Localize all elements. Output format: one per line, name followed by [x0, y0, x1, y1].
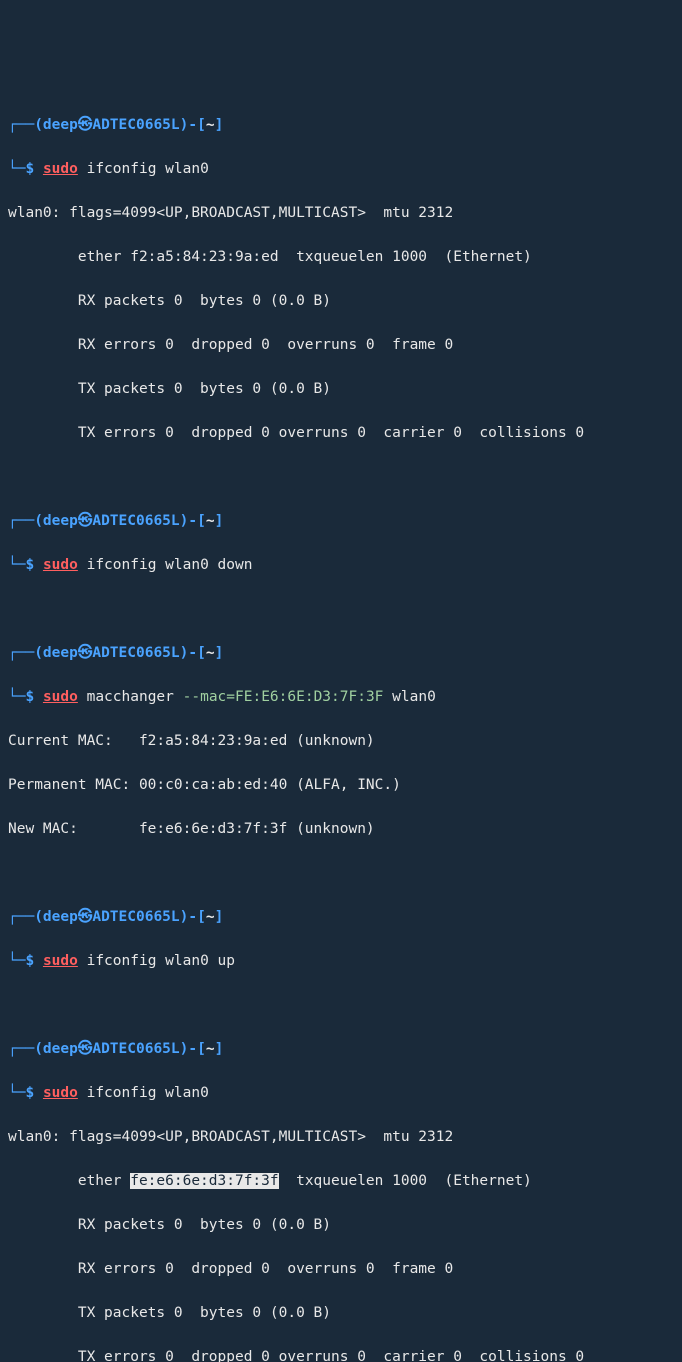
- blank: [8, 466, 682, 488]
- highlighted-mac: fe:e6:6e:d3:7f:3f: [130, 1173, 278, 1189]
- output-line: Permanent MAC: 00:c0:ca:ab:ed:40 (ALFA, …: [8, 774, 682, 796]
- blank: [8, 598, 682, 620]
- prompt-top: ┌──(deep㉿ADTEC0665L)-[~]: [8, 642, 682, 664]
- prompt-top: ┌──(deep㉿ADTEC0665L)-[~]: [8, 1038, 682, 1060]
- blank: [8, 862, 682, 884]
- sudo-keyword: sudo: [43, 557, 78, 573]
- output-line: RX packets 0 bytes 0 (0.0 B): [8, 1214, 682, 1236]
- output-line: RX errors 0 dropped 0 overruns 0 frame 0: [8, 334, 682, 356]
- output-line: ether fe:e6:6e:d3:7f:3f txqueuelen 1000 …: [8, 1170, 682, 1192]
- terminal[interactable]: ┌──(deep㉿ADTEC0665L)-[~] └─$ sudo ifconf…: [8, 92, 682, 1362]
- prompt-cmd: └─$ sudo ifconfig wlan0: [8, 1082, 682, 1104]
- mac-arg: --mac=FE:E6:6E:D3:7F:3F: [183, 689, 384, 705]
- prompt-cmd: └─$ sudo macchanger --mac=FE:E6:6E:D3:7F…: [8, 686, 682, 708]
- prompt-cmd: └─$ sudo ifconfig wlan0 down: [8, 554, 682, 576]
- output-line: wlan0: flags=4099<UP,BROADCAST,MULTICAST…: [8, 202, 682, 224]
- sudo-keyword: sudo: [43, 689, 78, 705]
- output-line: TX errors 0 dropped 0 overruns 0 carrier…: [8, 1346, 682, 1362]
- output-line: TX errors 0 dropped 0 overruns 0 carrier…: [8, 422, 682, 444]
- sudo-keyword: sudo: [43, 1085, 78, 1101]
- sudo-keyword: sudo: [43, 161, 78, 177]
- output-line: New MAC: fe:e6:6e:d3:7f:3f (unknown): [8, 818, 682, 840]
- prompt-cmd: └─$ sudo ifconfig wlan0: [8, 158, 682, 180]
- prompt-top: ┌──(deep㉿ADTEC0665L)-[~]: [8, 906, 682, 928]
- output-line: RX packets 0 bytes 0 (0.0 B): [8, 290, 682, 312]
- sudo-keyword: sudo: [43, 953, 78, 969]
- prompt-top: ┌──(deep㉿ADTEC0665L)-[~]: [8, 510, 682, 532]
- output-line: Current MAC: f2:a5:84:23:9a:ed (unknown): [8, 730, 682, 752]
- output-line: ether f2:a5:84:23:9a:ed txqueuelen 1000 …: [8, 246, 682, 268]
- output-line: wlan0: flags=4099<UP,BROADCAST,MULTICAST…: [8, 1126, 682, 1148]
- blank: [8, 994, 682, 1016]
- prompt-top: ┌──(deep㉿ADTEC0665L)-[~]: [8, 114, 682, 136]
- prompt-cmd: └─$ sudo ifconfig wlan0 up: [8, 950, 682, 972]
- output-line: RX errors 0 dropped 0 overruns 0 frame 0: [8, 1258, 682, 1280]
- output-line: TX packets 0 bytes 0 (0.0 B): [8, 1302, 682, 1324]
- output-line: TX packets 0 bytes 0 (0.0 B): [8, 378, 682, 400]
